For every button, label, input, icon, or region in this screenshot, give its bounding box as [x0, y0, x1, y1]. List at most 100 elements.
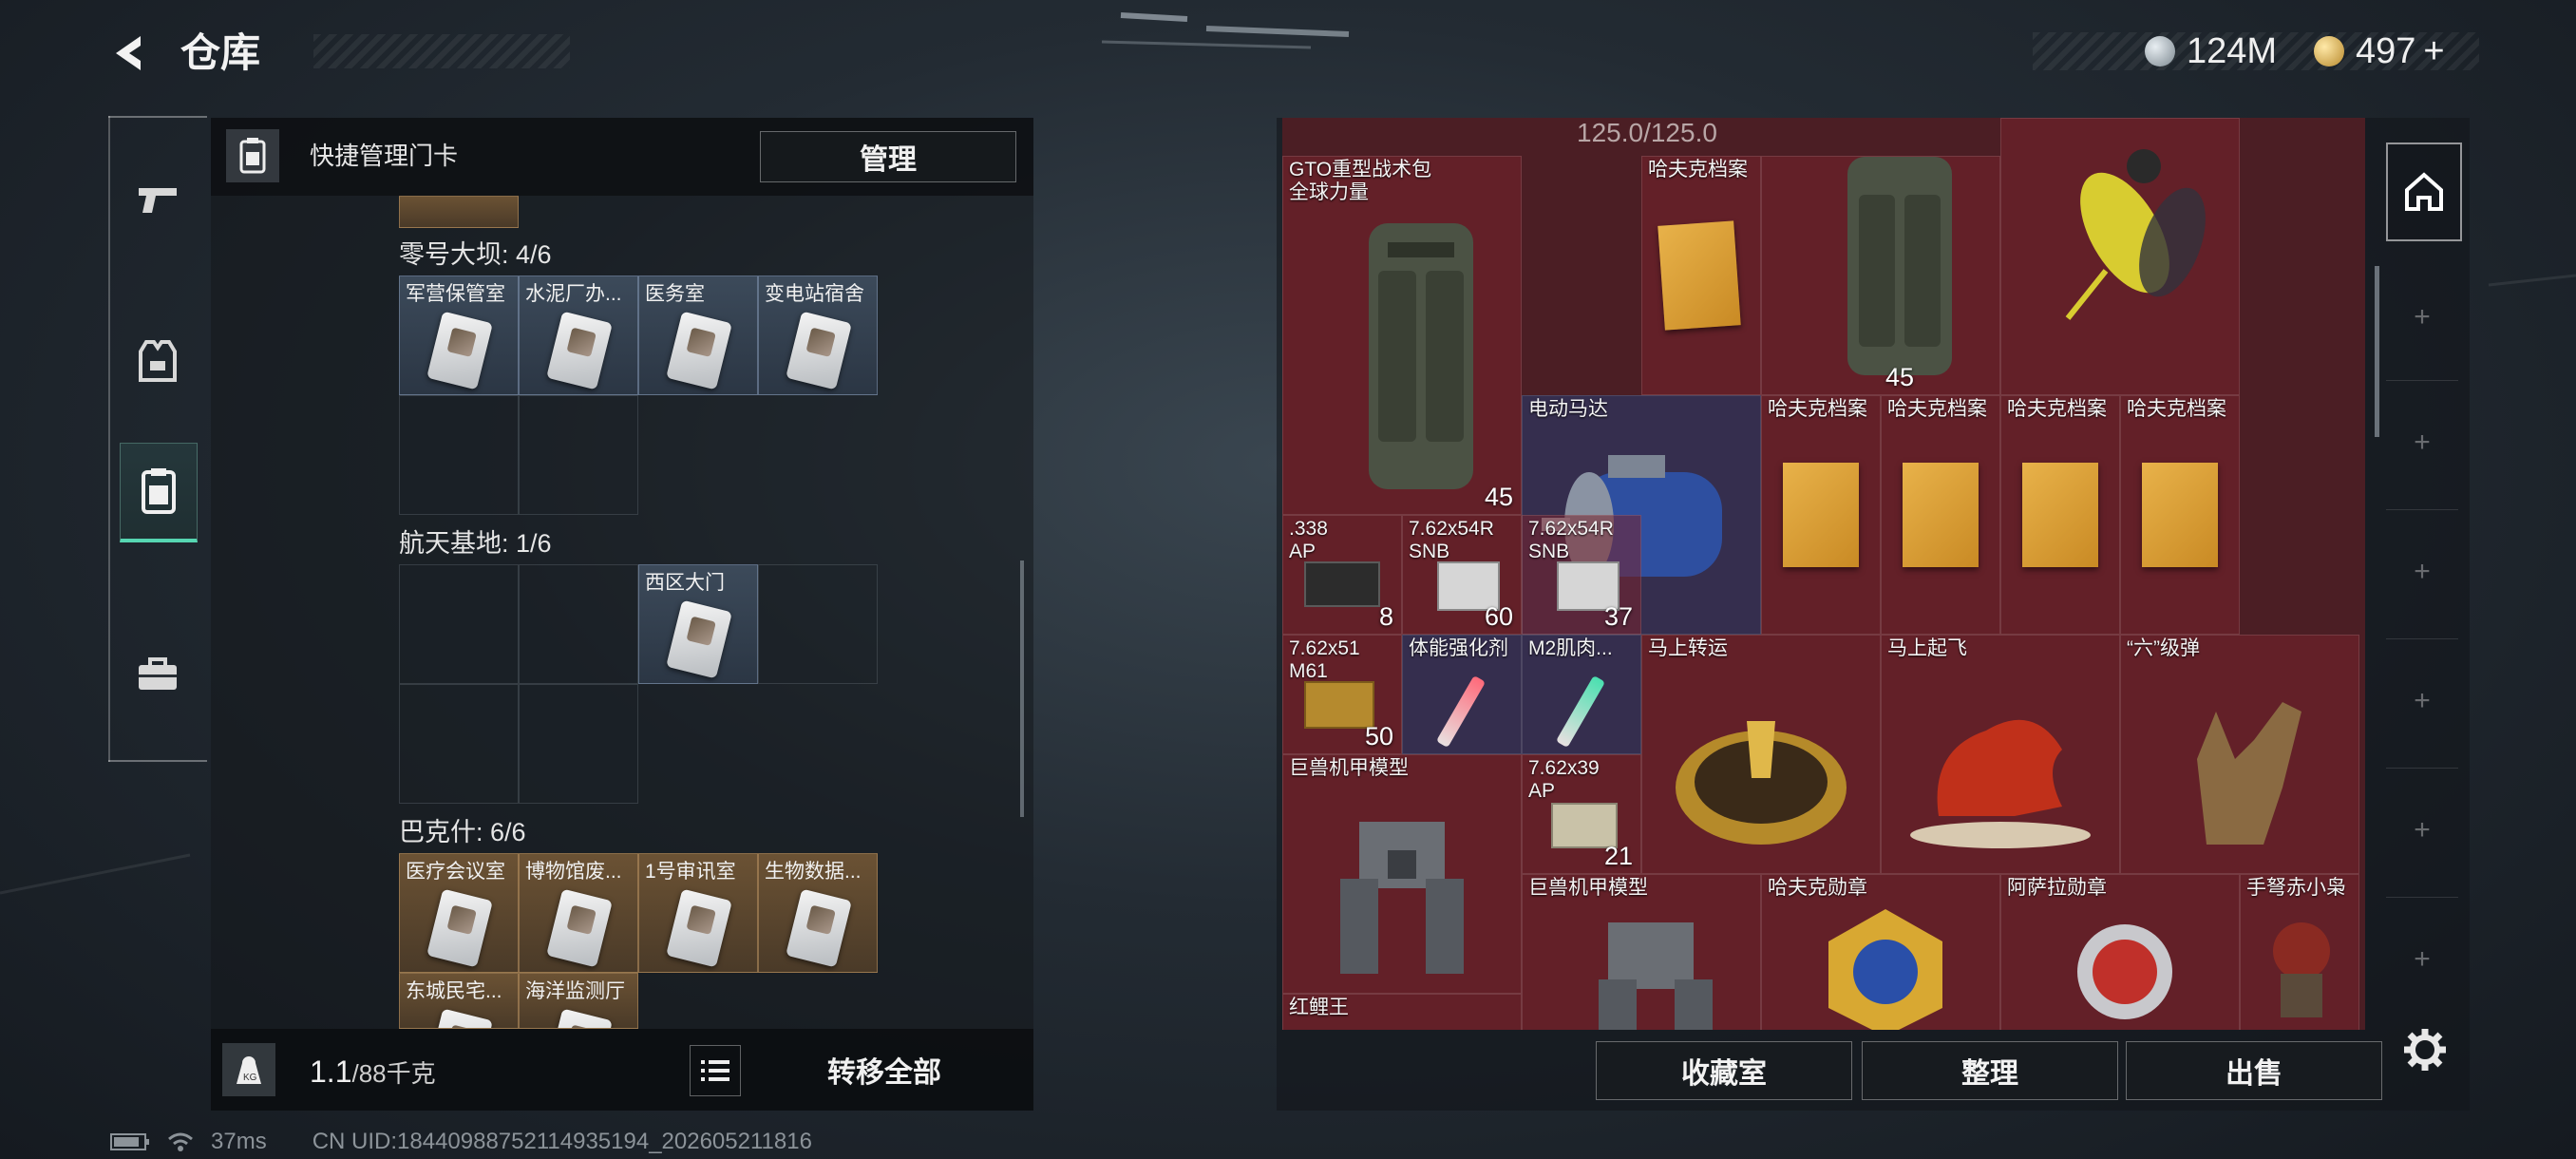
nav-divider: [108, 116, 207, 118]
item-name: 巨兽机甲模型: [1528, 877, 1648, 899]
nav-weapons[interactable]: [120, 152, 196, 247]
add-currency-icon[interactable]: +: [2423, 31, 2444, 72]
nav-case[interactable]: [120, 627, 196, 722]
settings-button[interactable]: [2397, 1022, 2453, 1077]
item-name: .338 AP: [1289, 518, 1328, 562]
nav-armor[interactable]: [120, 314, 196, 408]
keycard-slot[interactable]: 博物馆废...: [519, 853, 638, 973]
add-stash-page-button[interactable]: +: [2386, 654, 2458, 749]
battery-icon: [110, 1133, 149, 1150]
add-stash-page-button[interactable]: +: [2386, 524, 2458, 619]
stash-item-ammo[interactable]: .338 AP 8: [1282, 515, 1402, 635]
stash-item-figure[interactable]: 手弩赤小枭: [2240, 874, 2359, 1030]
sell-button[interactable]: 出售: [2126, 1041, 2382, 1100]
title-decoration: [313, 34, 570, 68]
section-title-aerospace: 航天基地: 1/6: [399, 529, 552, 558]
slot-divider: [2386, 509, 2458, 510]
stash-house-icon: [2405, 172, 2443, 211]
stash-item-file[interactable]: 哈夫克档案: [2000, 395, 2120, 635]
keycard-scrollbar[interactable]: [1020, 560, 1024, 817]
keycard-slot[interactable]: 西区大门: [638, 564, 758, 684]
empty-slot: [519, 564, 638, 684]
stash-item-backpack-2[interactable]: 45: [1761, 156, 2000, 395]
keycard-slot[interactable]: 东城民宅...: [399, 973, 519, 1029]
nav-divider: [108, 760, 207, 762]
stash-item-collectible[interactable]: “六”级弹: [2120, 635, 2359, 874]
stash-capacity: 125.0/125.0: [1577, 118, 1717, 147]
gold-medal-icon: [1828, 909, 1942, 1030]
add-stash-page-button[interactable]: +: [2386, 783, 2458, 878]
mech-model-icon: [1599, 922, 1713, 1030]
stash-item-mech-model[interactable]: 巨兽机甲模型: [1522, 874, 1761, 1030]
wasp-figure-icon: [2065, 149, 2206, 320]
item-quantity: 60: [1484, 602, 1513, 631]
mech-model-icon: [1340, 822, 1464, 974]
list-icon: [701, 1060, 729, 1081]
stash-item-ammo[interactable]: 7.62x54R SNB 60: [1402, 515, 1522, 635]
keycard-icon: [426, 311, 493, 390]
keycard-slot[interactable]: 军营保管室: [399, 276, 519, 395]
currency-gold[interactable]: 497 +: [2314, 28, 2445, 74]
item-name: 手弩赤小枭: [2246, 877, 2346, 899]
add-stash-page-button[interactable]: +: [2386, 912, 2458, 1007]
item-name: 马上起飞: [1887, 637, 1967, 659]
stash-item-collectible[interactable]: 马上转运: [1641, 635, 1881, 874]
item-name: 阿萨拉勋章: [2007, 877, 2107, 899]
item-name: 巨兽机甲模型: [1289, 757, 1409, 779]
transfer-all-button[interactable]: 转移全部: [760, 1041, 1009, 1098]
stash-item-ammo[interactable]: 7.62x51 M61 50: [1282, 635, 1402, 754]
currency-silver-value: 124M: [2187, 30, 2278, 71]
gear-icon: [2404, 1029, 2446, 1071]
keycard-label: 水泥厂办...: [525, 283, 622, 305]
backpack-icon: [1847, 157, 1952, 375]
item-name: “六”级弹: [2127, 637, 2200, 659]
stash-item-file[interactable]: 哈夫克档案: [2120, 395, 2240, 635]
item-name: M2肌肉...: [1528, 637, 1613, 659]
list-view-button[interactable]: [690, 1045, 741, 1096]
keycard-slot[interactable]: 1号审讯室: [638, 853, 758, 973]
item-name: 7.62x51 M61: [1289, 637, 1360, 682]
back-button[interactable]: [103, 27, 156, 80]
armor-vest-icon: [139, 340, 177, 382]
empty-slot: [758, 564, 878, 684]
stash-item-injector[interactable]: 体能强化剂: [1402, 635, 1522, 754]
item-name: 7.62x54R SNB: [1409, 518, 1494, 562]
keycard-label: 东城民宅...: [406, 980, 502, 1002]
keycard-slot[interactable]: 变电站宿舍: [758, 276, 878, 395]
section-title-bakersh: 巴克什: 6/6: [399, 818, 526, 846]
stash-item-backpack[interactable]: GTO重型战术包 全球力量 45: [1282, 156, 1522, 515]
collection-room-button[interactable]: 收藏室: [1596, 1041, 1852, 1100]
add-stash-page-button[interactable]: +: [2386, 270, 2458, 365]
keycard-slot[interactable]: 海洋监测厅: [519, 973, 638, 1029]
stash-item-medal[interactable]: 阿萨拉勋章: [2000, 874, 2240, 1030]
stash-item-collectible[interactable]: 马上起飞: [1881, 635, 2120, 874]
nav-keycards[interactable]: [120, 443, 198, 542]
keycard-slot-partial[interactable]: [399, 196, 519, 228]
stash-item-wasp[interactable]: [2000, 118, 2240, 395]
stash-scrollbar[interactable]: [2375, 266, 2379, 437]
organize-button[interactable]: 整理: [1862, 1041, 2118, 1100]
item-name: 哈夫克档案: [2127, 398, 2226, 420]
keycard-icon: [786, 888, 852, 968]
stash-item-injector[interactable]: M2肌肉...: [1522, 635, 1641, 754]
keycard-slot[interactable]: 医务室: [638, 276, 758, 395]
stash-page-main[interactable]: [2386, 142, 2462, 241]
ping-text: 37ms: [211, 1129, 267, 1154]
stash-item-mech-model[interactable]: 巨兽机甲模型: [1282, 754, 1522, 994]
slot-divider: [2386, 897, 2458, 898]
keycard-slot[interactable]: 水泥厂办...: [519, 276, 638, 395]
stash-item-partial[interactable]: 红鲤王: [1282, 994, 1522, 1030]
add-stash-page-button[interactable]: +: [2386, 395, 2458, 490]
ammo-box-icon: [1304, 681, 1374, 729]
stash-item-ammo[interactable]: 7.62x39 AP 21: [1522, 754, 1641, 874]
keycard-slot[interactable]: 医疗会议室: [399, 853, 519, 973]
folder-icon: [2022, 463, 2098, 567]
item-quantity: 8: [1378, 602, 1393, 631]
keycard-slot[interactable]: 生物数据...: [758, 853, 878, 973]
manage-button[interactable]: 管理: [760, 131, 1016, 182]
stash-item-file[interactable]: 哈夫克档案: [1881, 395, 2000, 635]
stash-item-ammo[interactable]: 7.62x54R SNB 37: [1522, 515, 1641, 635]
stash-item-medal[interactable]: 哈夫克勋章: [1761, 874, 2000, 1030]
stash-item-file[interactable]: 哈夫克档案: [1641, 156, 1761, 395]
stash-item-file[interactable]: 哈夫克档案: [1761, 395, 1881, 635]
